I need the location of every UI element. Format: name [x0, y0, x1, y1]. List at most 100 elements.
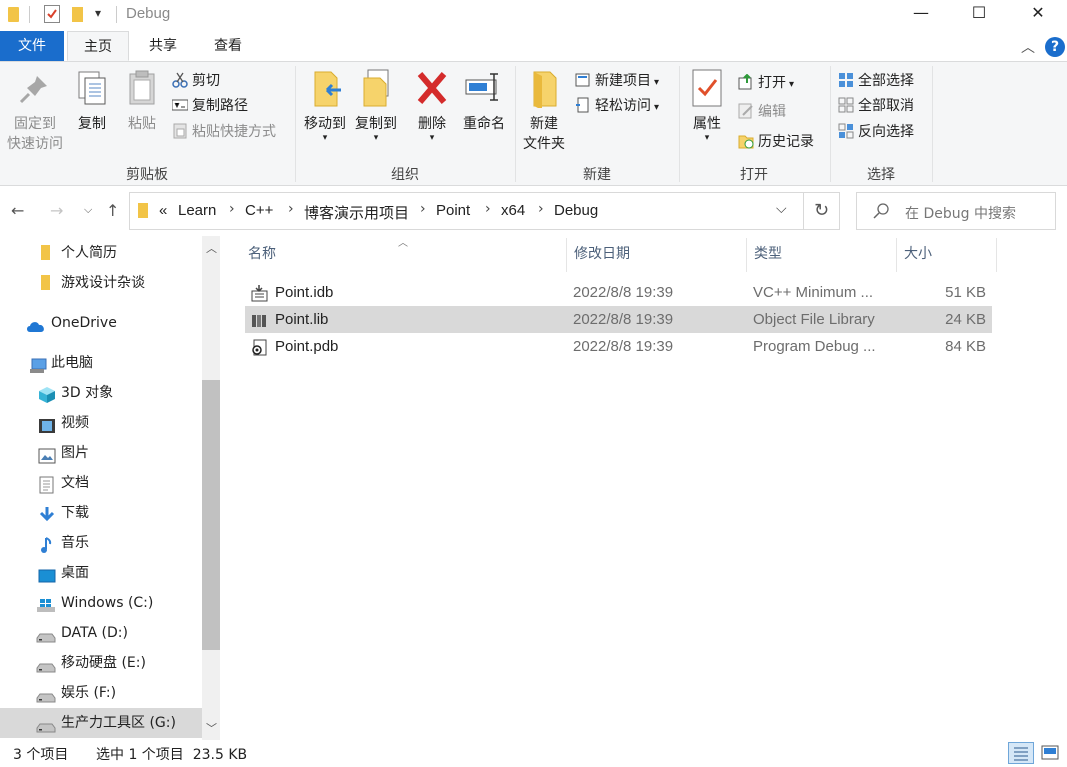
collapse-ribbon-icon[interactable]: ︿ — [1021, 37, 1035, 57]
breadcrumb-blog-project[interactable]: 博客演示用项目 — [304, 202, 409, 223]
recent-locations-icon[interactable]: ⌵ — [84, 203, 92, 217]
paste-shortcut-button[interactable]: 粘贴快捷方式 — [172, 121, 276, 143]
new-folder-quick-icon[interactable] — [72, 7, 83, 22]
invert-selection-button[interactable]: 反向选择 — [838, 121, 914, 143]
breadcrumb-separator-icon[interactable]: › — [538, 201, 544, 217]
move-to-button[interactable]: 移动到 ▾ — [300, 68, 350, 143]
column-header-type[interactable]: 类型 — [754, 242, 782, 272]
back-arrow-icon[interactable]: ← — [11, 201, 24, 220]
copy-path-button[interactable]: 复制路径 — [171, 95, 248, 117]
new-folder-icon — [524, 68, 564, 110]
column-divider[interactable] — [746, 238, 747, 272]
nav-item-documents[interactable]: 文档 — [0, 468, 202, 498]
column-header-name[interactable]: 名称 — [248, 242, 276, 272]
table-row[interactable]: Point.idb 2022/8/8 19:39 VC++ Minimum ..… — [245, 279, 992, 306]
nav-item-music[interactable]: 音乐 — [0, 528, 202, 558]
column-divider[interactable] — [566, 238, 567, 272]
breadcrumb-x64[interactable]: x64 — [501, 202, 525, 219]
details-view-icon — [1014, 747, 1028, 761]
breadcrumb-point[interactable]: Point — [436, 202, 470, 219]
delete-button[interactable]: 删除 ▾ — [410, 68, 454, 143]
nav-item-downloads[interactable]: 下载 — [0, 498, 202, 528]
up-arrow-icon[interactable]: ↑ — [106, 201, 119, 220]
edit-button[interactable]: 编辑 — [738, 101, 786, 123]
history-button[interactable]: 历史记录 — [738, 131, 814, 153]
new-folder-button[interactable]: 新建 文件夹 — [518, 68, 570, 154]
rename-button[interactable]: 重命名 — [458, 68, 510, 134]
nav-item-game-design[interactable]: 游戏设计杂谈 — [0, 268, 202, 298]
search-box[interactable]: 在 Debug 中搜索 — [856, 192, 1056, 230]
copy-to-label: 复制到 — [355, 116, 397, 132]
paste-label: 粘贴 — [128, 116, 156, 132]
file-name: Point.idb — [275, 284, 334, 301]
column-divider[interactable] — [996, 238, 997, 272]
breadcrumb-separator-icon[interactable]: › — [229, 201, 235, 217]
forward-arrow-icon[interactable]: → — [50, 201, 63, 220]
nav-pane-scrollbar-thumb[interactable] — [202, 380, 220, 650]
customize-quick-access-icon[interactable]: ▾ — [95, 6, 101, 20]
nav-item-drive-e[interactable]: 移动硬盘 (E:) — [0, 648, 202, 678]
breadcrumb-learn[interactable]: Learn — [178, 202, 216, 219]
nav-item-videos[interactable]: 视频 — [0, 408, 202, 438]
status-bar: 3 个项目 选中 1 个项目 23.5 KB — [0, 740, 1067, 766]
properties-button[interactable]: 属性 ▾ — [684, 68, 730, 143]
nav-item-this-pc[interactable]: 此电脑 — [0, 348, 202, 378]
minimize-button[interactable]: — — [892, 0, 950, 28]
paste-button[interactable]: 粘贴 — [120, 68, 164, 134]
select-none-button[interactable]: 全部取消 — [838, 95, 914, 117]
cut-label: 剪切 — [192, 73, 220, 89]
dropdown-arrow-icon: ▾ — [322, 133, 328, 143]
nav-item-drive-f[interactable]: 娱乐 (F:) — [0, 678, 202, 708]
tab-home[interactable]: 主页 — [67, 31, 129, 61]
copy-to-button[interactable]: 复制到 ▾ — [351, 68, 401, 143]
breadcrumb-overflow[interactable]: « — [159, 202, 167, 219]
large-icons-view-button[interactable] — [1038, 742, 1064, 764]
pin-to-quick-access-button[interactable]: 固定到 快速访问 — [2, 68, 68, 154]
properties-quick-icon[interactable] — [44, 5, 60, 23]
help-icon[interactable]: ? — [1045, 37, 1065, 57]
breadcrumb-separator-icon[interactable]: › — [485, 201, 491, 217]
address-dropdown-icon[interactable]: ⌵ — [776, 201, 787, 217]
nav-item-desktop[interactable]: 桌面 — [0, 558, 202, 588]
nav-item-pictures[interactable]: 图片 — [0, 438, 202, 468]
delete-icon — [412, 68, 452, 108]
address-bar[interactable]: « Learn › C++ › 博客演示用项目 › Point › x64 › … — [129, 192, 804, 230]
close-button[interactable]: ✕ — [1009, 0, 1067, 28]
details-view-button[interactable] — [1008, 742, 1034, 764]
nav-item-label: 生产力工具区 (G:) — [61, 715, 176, 731]
scroll-up-arrow-icon[interactable]: ︿ — [206, 240, 217, 256]
tab-file[interactable]: 文件 — [0, 31, 64, 61]
tab-view[interactable]: 查看 — [198, 31, 258, 61]
paste-shortcut-label: 粘贴快捷方式 — [192, 124, 276, 140]
breadcrumb-separator-icon[interactable]: › — [288, 201, 294, 217]
table-row[interactable]: Point.pdb 2022/8/8 19:39 Program Debug .… — [245, 333, 992, 360]
new-item-button[interactable]: 新建项目 ▾ — [575, 70, 659, 92]
breadcrumb-debug[interactable]: Debug — [554, 202, 598, 219]
maximize-button[interactable]: ☐ — [950, 0, 1008, 28]
easy-access-button[interactable]: 轻松访问 ▾ — [575, 95, 659, 117]
copy-button[interactable]: 复制 — [70, 68, 114, 134]
nav-item-drive-d[interactable]: DATA (D:) — [0, 618, 202, 648]
tab-share[interactable]: 共享 — [134, 31, 192, 61]
nav-item-drive-g[interactable]: 生产力工具区 (G:) — [0, 708, 202, 738]
column-header-date[interactable]: 修改日期 — [574, 242, 630, 272]
nav-item-onedrive[interactable]: OneDrive — [0, 308, 202, 338]
nav-item-label: 游戏设计杂谈 — [61, 275, 145, 291]
scroll-down-arrow-icon[interactable]: ﹀ — [206, 720, 217, 736]
column-header-size[interactable]: 大小 — [904, 242, 932, 272]
pin-label-line1: 固定到 — [14, 116, 56, 132]
nav-item-drive-c[interactable]: Windows (C:) — [0, 588, 202, 618]
table-row[interactable]: Point.lib 2022/8/8 19:39 Object File Lib… — [245, 306, 992, 333]
breadcrumb-separator-icon[interactable]: › — [420, 201, 426, 217]
breadcrumb-cpp[interactable]: C++ — [245, 202, 273, 219]
nav-item-label: DATA (D:) — [61, 625, 128, 641]
nav-item-3d-objects[interactable]: 3D 对象 — [0, 378, 202, 408]
open-button[interactable]: 打开 ▾ — [738, 72, 794, 94]
select-all-button[interactable]: 全部选择 — [838, 70, 914, 92]
column-divider[interactable] — [896, 238, 897, 272]
refresh-icon: ↻ — [813, 200, 830, 221]
nav-item-resume[interactable]: 个人简历 — [0, 238, 202, 268]
cut-button[interactable]: 剪切 — [172, 70, 220, 92]
nav-item-label: 音乐 — [61, 535, 89, 551]
refresh-button[interactable]: ↻ — [804, 192, 840, 230]
